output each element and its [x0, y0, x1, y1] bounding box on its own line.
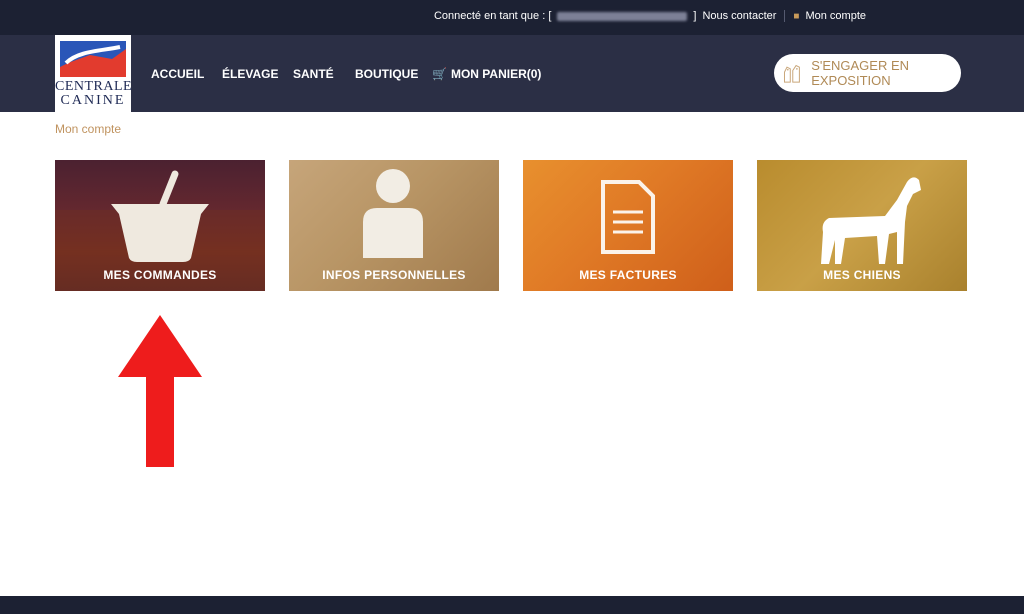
- cart-label: MON PANIER(0): [450, 67, 542, 81]
- logo-line2: CANINE: [60, 93, 126, 108]
- dogs-icon: [783, 64, 800, 83]
- red-arrow-annotation: [118, 315, 202, 467]
- nav-sante[interactable]: SANTÉ: [293, 67, 334, 81]
- nav-boutique[interactable]: BOUTIQUE: [355, 67, 418, 81]
- connected-close: ]: [693, 10, 697, 22]
- engage-label: S'ENGAGER EN EXPOSITION: [811, 58, 910, 88]
- account-link[interactable]: Mon compte: [805, 10, 866, 22]
- tile-infos-personnelles[interactable]: INFOS PERSONNELLES: [289, 160, 499, 291]
- engage-exposition-button[interactable]: S'ENGAGER EN EXPOSITION: [774, 54, 961, 92]
- cart-icon: 🛒: [432, 67, 447, 81]
- tile-mes-chiens[interactable]: MES CHIENS: [757, 160, 967, 291]
- nav-cart[interactable]: 🛒 MON PANIER(0): [432, 67, 541, 81]
- connected-label: Connecté en tant que : [: [433, 10, 552, 22]
- contact-link[interactable]: Nous contacter: [702, 10, 776, 22]
- logo-flag-icon: [60, 41, 126, 77]
- user-name-blurred: [557, 11, 688, 21]
- footer-bar: [0, 596, 1024, 614]
- tile-label: MES COMMANDES: [103, 268, 217, 282]
- breadcrumb: Mon compte: [55, 122, 122, 136]
- tile-label: INFOS PERSONNELLES: [322, 268, 466, 282]
- nav-accueil[interactable]: ACCUEIL: [151, 67, 204, 81]
- top-bar: Connecté en tant que : [ ] Nous contacte…: [0, 0, 1024, 35]
- user-icon: ■: [793, 10, 800, 22]
- tile-mes-factures[interactable]: MES FACTURES: [523, 160, 733, 291]
- divider: [784, 10, 786, 22]
- nav-elevage[interactable]: ÉLEVAGE: [222, 67, 278, 81]
- tile-label: MES CHIENS: [823, 268, 901, 282]
- centrale-canine-logo[interactable]: CENTRALE CANINE: [55, 35, 132, 113]
- tile-label: MES FACTURES: [579, 268, 677, 282]
- tile-mes-commandes[interactable]: MES COMMANDES: [55, 160, 265, 291]
